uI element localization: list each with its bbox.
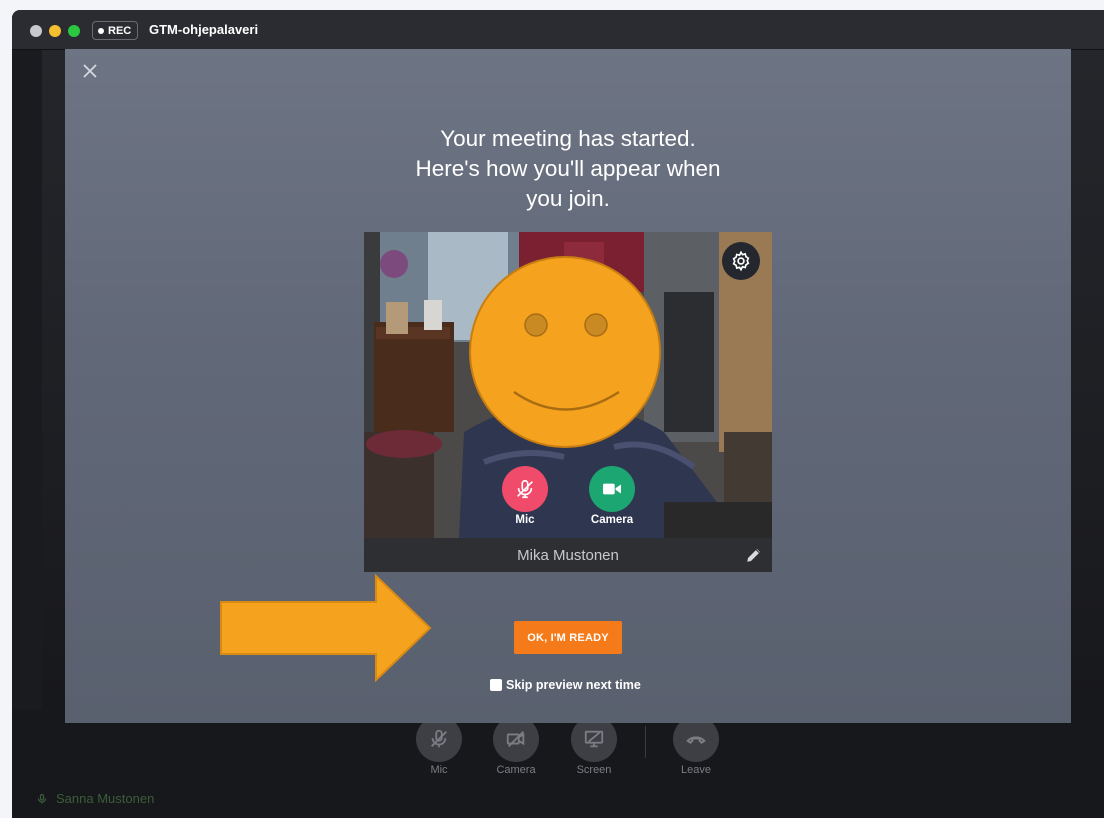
toolbar-screen-label: Screen [576,764,612,776]
camera-off-icon [506,731,525,747]
rec-badge: REC [92,21,139,40]
headline-line-1: Your meeting has started. [440,126,696,151]
preview-mic-button[interactable] [502,466,548,512]
skip-preview-checkbox[interactable] [490,679,502,691]
toolbar-camera-label: Camera [496,764,536,776]
mic-icon [37,793,47,803]
video-camera-icon [603,483,621,495]
title-bar: REC GTM-ohjepalaveri [12,10,1104,50]
toolbar-leave-label: Leave [681,764,711,776]
minimize-window-button[interactable] [49,25,61,37]
speaker-name: Sanna Mustonen [56,791,155,806]
active-speaker: Sanna Mustonen [36,791,154,806]
headline-line-3: you join. [526,186,610,211]
headline-line-2: Here's how you'll appear when [415,156,721,181]
settings-button[interactable] [722,242,760,280]
toolbar-divider [645,726,646,758]
app-window: REC GTM-ohjepalaveri Mic Camera Screen L… [12,10,1104,818]
mic-off-icon [517,479,533,499]
screen-share-off-icon [584,730,604,748]
mic-off-icon [431,729,447,748]
display-name-bar: Mika Mustonen [364,538,772,572]
preview-camera-button[interactable] [589,466,635,512]
window-title: GTM-ohjepalaveri [149,22,259,37]
preview-camera-label: Camera [590,514,634,526]
preview-dialog: Your meeting has started. Here's how you… [65,49,1071,723]
skip-preview-label: Skip preview next time [506,678,641,692]
rec-label: REC [108,24,132,37]
annotation-arrow-icon [220,574,432,682]
ready-button[interactable]: OK, I'M READY [514,621,622,654]
gear-icon [732,250,750,272]
toolbar-mic-label: Mic [430,764,448,776]
close-icon[interactable] [81,62,99,80]
camera-preview: Mic Camera [364,232,772,538]
dialog-headline: Your meeting has started. Here's how you… [65,124,1071,214]
hang-up-icon [686,736,706,744]
maximize-window-button[interactable] [68,25,80,37]
display-name: Mika Mustonen [517,546,619,564]
preview-mic-label: Mic [515,514,535,526]
skip-preview-option[interactable]: Skip preview next time [490,678,641,692]
close-window-button[interactable] [30,25,42,37]
camera-feed-image [364,232,772,538]
record-dot-icon [98,27,104,34]
pencil-icon[interactable] [745,546,763,564]
